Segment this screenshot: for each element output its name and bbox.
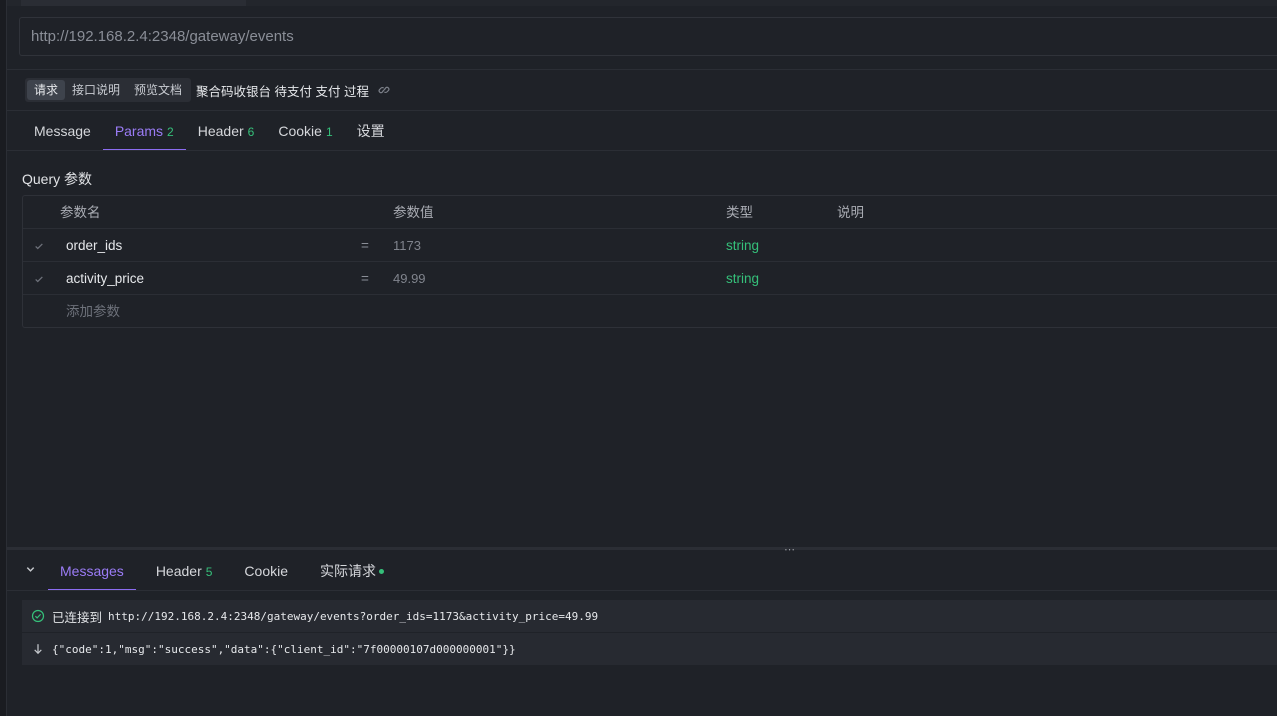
equals-sign: = <box>361 238 369 253</box>
tab-label: Cookie <box>244 563 289 579</box>
tab-label: Header <box>155 563 202 579</box>
splitter-grip-icon[interactable]: ⋯ <box>784 543 796 556</box>
doc-tabs-segment: 请求 接口说明 预览文档 <box>25 78 192 102</box>
status-dot <box>379 568 385 574</box>
add-param-placeholder[interactable]: 添加参数 <box>66 295 120 328</box>
add-param-row: 添加参数 <box>23 295 1277 328</box>
column-header-type: 类型 <box>726 205 753 220</box>
tab-actual-request[interactable]: 实际请求 <box>308 552 396 591</box>
chevron-down-icon[interactable] <box>25 563 37 575</box>
tab-response-cookie[interactable]: Cookie <box>232 552 300 591</box>
active-window-tab[interactable] <box>21 0 246 6</box>
tab-label: Message <box>34 123 91 139</box>
divider <box>7 69 1277 70</box>
tab-cookie[interactable]: Cookie 1 <box>266 112 344 151</box>
top-tabbar <box>7 0 1277 6</box>
tab-label: Messages <box>60 563 124 579</box>
param-type[interactable]: string <box>726 229 759 262</box>
message-received[interactable]: {"code":1,"msg":"success","data":{"clien… <box>22 633 1277 665</box>
tab-label: 实际请求 <box>320 563 377 579</box>
message-text: http://192.168.2.4:2348/gateway/events?o… <box>108 609 599 623</box>
url-input[interactable] <box>31 28 1277 45</box>
tab-settings[interactable]: 设置 <box>345 112 397 151</box>
count-badge: 2 <box>167 125 174 139</box>
divider <box>7 110 1277 111</box>
check-icon[interactable] <box>34 272 46 284</box>
table-row: activity_price = 49.99 string <box>23 262 1277 295</box>
tab-header[interactable]: Header 6 <box>186 112 267 151</box>
check-circle-icon <box>31 609 45 623</box>
link-icon[interactable] <box>378 84 390 96</box>
message-connected[interactable]: 已连接到 http://192.168.2.4:2348/gateway/eve… <box>22 600 1277 632</box>
param-name[interactable]: order_ids <box>66 229 122 262</box>
param-value[interactable]: 49.99 <box>393 262 426 295</box>
request-tabs: Message Params 2 Header 6 Cookie 1 设置 <box>22 112 397 151</box>
param-name[interactable]: activity_price <box>66 262 144 295</box>
response-tabs: Messages Header 5 Cookie 实际请求 <box>48 552 404 591</box>
param-value[interactable]: 1173 <box>393 229 421 262</box>
doc-tabs-row: 请求 接口说明 预览文档 聚合码收银台 待支付 支付 过程 <box>25 78 390 102</box>
tab-label: Header <box>197 123 244 139</box>
tab-label: Params <box>114 123 164 139</box>
column-header-value: 参数值 <box>393 205 434 220</box>
count-badge: 1 <box>325 125 333 139</box>
query-params-table: 参数名 参数值 类型 说明 order_ids = 1173 string ac… <box>22 195 1277 328</box>
url-bar[interactable] <box>19 17 1277 56</box>
tab-message[interactable]: Message <box>22 112 103 151</box>
divider <box>7 150 1277 151</box>
panel-splitter[interactable] <box>7 547 1277 550</box>
count-badge: 6 <box>247 125 255 139</box>
message-label: 已连接到 <box>52 610 103 625</box>
doc-tab-preview-doc[interactable]: 预览文档 <box>127 80 189 100</box>
left-edge <box>0 0 7 716</box>
column-header-name: 参数名 <box>60 205 101 220</box>
divider <box>7 590 1277 591</box>
tab-label: Cookie <box>278 123 322 139</box>
message-text: {"code":1,"msg":"success","data":{"clien… <box>52 642 516 656</box>
table-header: 参数名 参数值 类型 说明 <box>23 196 1277 229</box>
tab-params[interactable]: Params 2 <box>102 112 186 151</box>
check-icon[interactable] <box>34 239 46 251</box>
doc-tab-request[interactable]: 请求 <box>27 80 66 100</box>
table-row: order_ids = 1173 string <box>23 229 1277 262</box>
doc-tab-api-description[interactable]: 接口说明 <box>65 80 127 100</box>
tab-messages[interactable]: Messages <box>48 552 136 591</box>
api-title: 聚合码收银台 待支付 支付 过程 <box>196 84 369 99</box>
tab-label: 设置 <box>356 123 385 139</box>
param-type[interactable]: string <box>726 262 759 295</box>
query-params-title: Query 参数 <box>22 171 93 187</box>
arrow-down-icon <box>31 642 45 656</box>
column-header-description: 说明 <box>837 205 864 220</box>
equals-sign: = <box>361 271 369 286</box>
count-badge: 5 <box>205 565 213 579</box>
tab-response-header[interactable]: Header 5 <box>144 552 225 591</box>
